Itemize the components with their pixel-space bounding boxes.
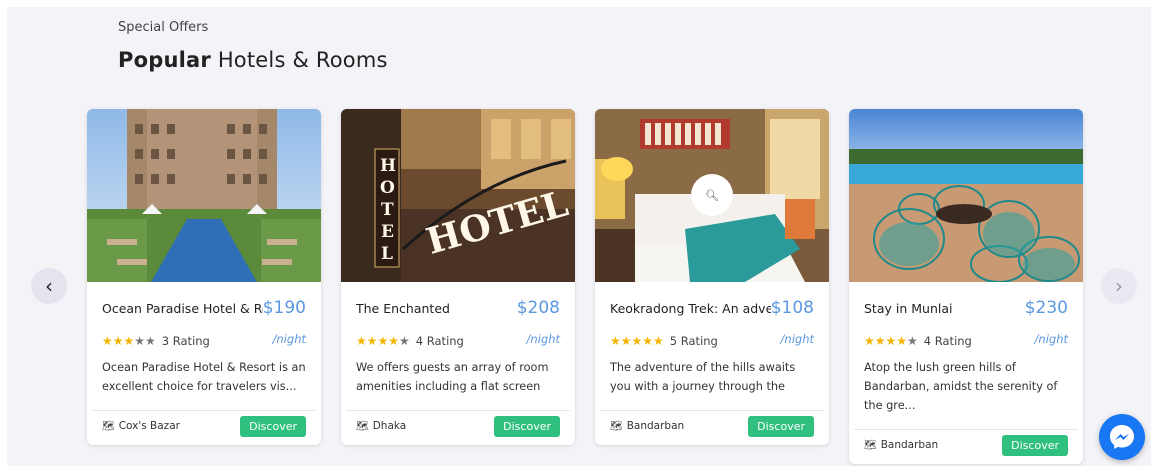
hotel-location: 🗺︎ Bandarban xyxy=(864,439,939,451)
per-night-label: /night xyxy=(1034,332,1068,346)
per-night-label: /night xyxy=(780,332,814,346)
hotel-name[interactable]: Ocean Paradise Hotel & Re xyxy=(102,300,263,317)
hotel-location: 🗺︎ Cox's Bazar xyxy=(102,420,180,432)
carousel-next-button[interactable]: › xyxy=(1101,268,1137,304)
hotel-name[interactable]: Stay in Munlai xyxy=(864,300,1025,317)
map-icon: 🗺︎ xyxy=(356,420,369,432)
hotel-image[interactable] xyxy=(849,109,1083,282)
hotel-card[interactable]: HOTEL HOTEL The Enchanted $208 ★★★★★ 4 Ra… xyxy=(341,109,575,445)
star-icons: ★★★★★ xyxy=(610,333,664,348)
star-icons: ★★★★★ xyxy=(102,333,156,348)
map-icon: 🗺︎ xyxy=(610,420,623,432)
section-title-bold: Popular xyxy=(118,48,211,72)
hotel-location: 🗺︎ Dhaka xyxy=(356,420,407,432)
hotel-card[interactable]: Ocean Paradise Hotel & Re $190 ★★★★★ 3 Ra… xyxy=(87,109,321,445)
rating: ★★★★★ 3 Rating xyxy=(102,330,210,349)
map-icon: 🗺︎ xyxy=(102,420,115,432)
rating-text: 3 Rating xyxy=(161,333,210,348)
rating: ★★★★★ 4 Rating xyxy=(356,330,464,349)
hotel-card[interactable]: Stay in Munlai $230 ★★★★★ 4 Rating /night… xyxy=(849,109,1083,464)
hotel-description: We offers guests an array of room amenit… xyxy=(356,361,549,393)
carousel-prev-button[interactable]: ‹ xyxy=(31,268,67,304)
svg-text:O: O xyxy=(380,178,395,198)
svg-text:E: E xyxy=(381,222,394,242)
discover-button[interactable]: Discover xyxy=(1002,434,1068,456)
hotel-image[interactable]: 🔍︎ xyxy=(595,109,829,282)
hotel-description: Atop the lush green hills of Bandarban, … xyxy=(864,361,1058,412)
rating: ★★★★★ 4 Rating xyxy=(864,330,972,349)
search-icon[interactable]: 🔍︎ xyxy=(691,174,733,216)
section-subtitle: Special Offers xyxy=(118,20,209,35)
hotel-image[interactable]: HOTEL HOTEL xyxy=(341,109,575,282)
rating-text: 4 Rating xyxy=(415,333,464,348)
rating-text: 5 Rating xyxy=(669,333,718,348)
hotel-price: $190 xyxy=(262,298,306,318)
per-night-label: /night xyxy=(272,332,306,346)
rating: ★★★★★ 5 Rating xyxy=(610,330,718,349)
hotel-description: The adventure of the hills awaits you wi… xyxy=(610,361,796,393)
hotel-location: 🗺︎ Bandarban xyxy=(610,420,685,432)
hotel-price: $208 xyxy=(516,298,560,318)
messenger-icon[interactable] xyxy=(1099,414,1145,460)
svg-text:H: H xyxy=(380,156,396,176)
star-icons: ★★★★★ xyxy=(864,333,918,348)
section-title-rest: Hotels & Rooms xyxy=(210,48,388,72)
rating-text: 4 Rating xyxy=(923,333,972,348)
discover-button[interactable]: Discover xyxy=(748,415,814,437)
map-icon: 🗺︎ xyxy=(864,439,877,451)
hotel-description: Ocean Paradise Hotel & Resort is an exce… xyxy=(102,361,306,393)
star-icons: ★★★★★ xyxy=(356,333,410,348)
per-night-label: /night xyxy=(526,332,560,346)
hotel-name[interactable]: Keokradong Trek: An adven xyxy=(610,300,771,317)
hotel-image[interactable] xyxy=(87,109,321,282)
svg-text:L: L xyxy=(381,244,393,264)
hotel-price: $230 xyxy=(1024,298,1068,318)
discover-button[interactable]: Discover xyxy=(494,415,560,437)
discover-button[interactable]: Discover xyxy=(240,415,306,437)
section-title: Popular Hotels & Rooms xyxy=(118,48,388,72)
hotel-name[interactable]: The Enchanted xyxy=(356,300,517,317)
hotel-price: $108 xyxy=(770,298,814,318)
hotel-card[interactable]: 🔍︎ Keokradong Trek: An adven $108 ★★★★★ 5… xyxy=(595,109,829,445)
svg-text:T: T xyxy=(381,200,394,220)
